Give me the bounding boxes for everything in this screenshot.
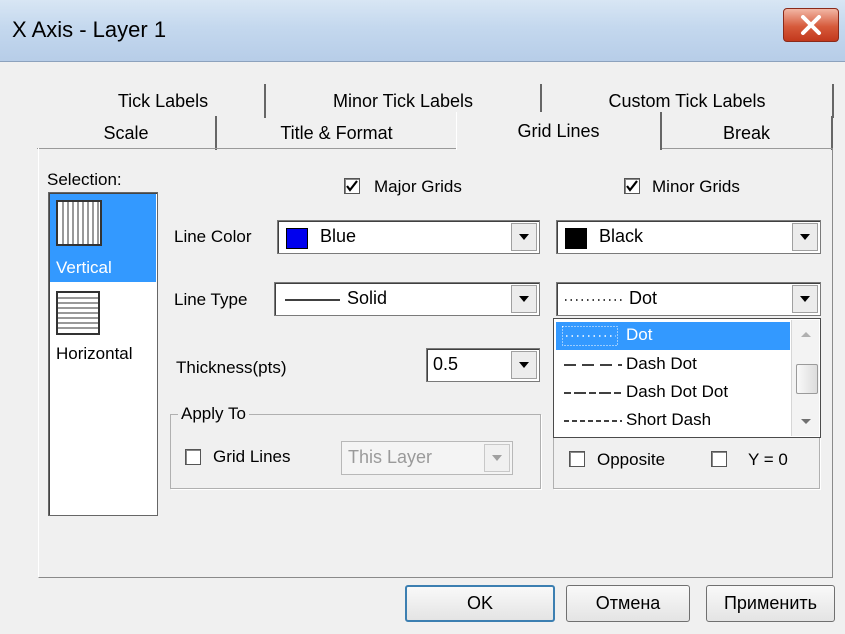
- y-zero-checkbox[interactable]: [711, 451, 727, 467]
- scroll-down-icon[interactable]: [800, 418, 812, 426]
- selection-label: Selection:: [47, 170, 122, 189]
- chevron-down-icon: [800, 296, 810, 302]
- opposite-label: Opposite: [597, 450, 666, 469]
- dropdown-option-short-dash[interactable]: Short Dash: [556, 407, 790, 435]
- tab-break[interactable]: Break: [662, 116, 833, 150]
- apply-button[interactable]: Применить: [706, 585, 835, 622]
- cancel-button[interactable]: Отмена: [566, 585, 690, 622]
- scroll-thumb[interactable]: [796, 364, 818, 394]
- dropdown-button[interactable]: [511, 351, 537, 379]
- opposite-checkbox[interactable]: [569, 451, 585, 467]
- thickness-label: Thickness(pts): [176, 358, 287, 377]
- line-type-label: Line Type: [174, 290, 248, 309]
- minor-line-type-value: Dot: [629, 288, 658, 308]
- selection-item-vertical-label: Vertical: [56, 258, 112, 277]
- dash-dot-line-icon: [564, 364, 622, 366]
- grid-lines-checkbox[interactable]: [185, 449, 201, 465]
- dropdown-button: [484, 444, 510, 472]
- dash-dot-dot-line-icon: [564, 392, 622, 394]
- checkmark-icon: [346, 180, 358, 192]
- apply-scope-value: This Layer: [348, 447, 433, 467]
- tab-tick-labels[interactable]: Tick Labels: [62, 84, 266, 118]
- line-color-label: Line Color: [174, 227, 252, 246]
- apply-scope-select[interactable]: This Layer: [341, 441, 513, 475]
- solid-line-icon: [285, 299, 340, 301]
- minor-grids-label: Minor Grids: [652, 177, 740, 196]
- dropdown-option-dash-dot[interactable]: Dash Dot: [556, 351, 790, 379]
- color-swatch: [286, 228, 308, 249]
- chevron-down-icon: [800, 234, 810, 240]
- minor-line-type-select[interactable]: Dot: [556, 282, 821, 316]
- close-icon: [801, 15, 821, 35]
- thickness-select[interactable]: 0.5: [426, 348, 540, 382]
- thickness-value: 0.5: [433, 354, 459, 374]
- grid-lines-label: Grid Lines: [213, 447, 291, 466]
- tab-grid-lines[interactable]: Grid Lines: [456, 112, 662, 150]
- dot-line-icon: [565, 299, 623, 301]
- horizontal-grid-icon[interactable]: [56, 291, 100, 335]
- tab-scale[interactable]: Scale: [37, 116, 217, 150]
- dropdown-button[interactable]: [792, 223, 818, 251]
- ok-button[interactable]: OK: [405, 585, 555, 622]
- checkmark-icon: [626, 180, 638, 192]
- chevron-down-icon: [519, 234, 529, 240]
- apply-to-legend: Apply To: [178, 404, 249, 424]
- dropdown-option-dot[interactable]: Dot: [556, 322, 790, 350]
- window-title: X Axis - Layer 1: [12, 17, 167, 42]
- short-dash-line-icon: [564, 420, 622, 422]
- chevron-down-icon: [492, 455, 502, 461]
- dropdown-option-dash-dot-dot[interactable]: Dash Dot Dot: [556, 379, 790, 407]
- color-swatch: [565, 228, 587, 249]
- dot-line-icon: [562, 326, 618, 346]
- vertical-grid-icon: [56, 200, 102, 246]
- major-line-color-value: Blue: [320, 226, 357, 246]
- minor-grids-checkbox[interactable]: [624, 178, 640, 194]
- y-zero-label: Y = 0: [748, 450, 788, 469]
- dropdown-button[interactable]: [511, 285, 537, 313]
- close-button[interactable]: [783, 8, 839, 42]
- minor-line-color-value: Black: [599, 226, 644, 246]
- minor-line-color-select[interactable]: Black: [556, 220, 821, 254]
- major-grids-label: Major Grids: [374, 177, 462, 196]
- dropdown-button[interactable]: [792, 285, 818, 313]
- chevron-down-icon: [519, 362, 529, 368]
- major-line-type-value: Solid: [347, 288, 388, 308]
- selection-item-horizontal-label[interactable]: Horizontal: [56, 344, 133, 364]
- chevron-down-icon: [519, 296, 529, 302]
- dropdown-scrollbar[interactable]: [791, 320, 819, 436]
- dropdown-button[interactable]: [511, 223, 537, 251]
- major-line-color-select[interactable]: Blue: [277, 220, 540, 254]
- major-grids-checkbox[interactable]: [344, 178, 360, 194]
- major-line-type-select[interactable]: Solid: [274, 282, 540, 316]
- tab-title-format[interactable]: Title & Format: [217, 116, 456, 150]
- scroll-up-icon[interactable]: [800, 330, 812, 338]
- line-type-dropdown-list[interactable]: Dot Dash Dot Dash Dot Dot Short Dash: [553, 318, 821, 438]
